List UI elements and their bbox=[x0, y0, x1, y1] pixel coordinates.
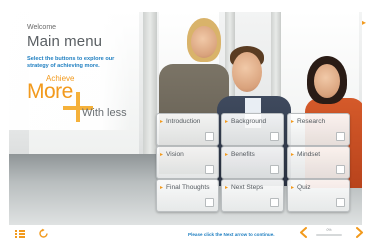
completion-checkbox bbox=[205, 165, 214, 174]
achieve-more-logo: Achieve More With less bbox=[25, 72, 137, 124]
menu-button-label: Introduction bbox=[166, 118, 201, 125]
player-controls-bar bbox=[0, 225, 368, 241]
chevron-right-icon: ▸ bbox=[225, 152, 229, 158]
menu-button-label: Final Thoughts bbox=[166, 184, 210, 191]
menu-button-background[interactable]: ▸ Background bbox=[221, 113, 284, 146]
progress-percent: 0% bbox=[326, 228, 332, 232]
menu-button-introduction[interactable]: ▸ Introduction bbox=[156, 113, 219, 146]
completion-checkbox bbox=[270, 198, 279, 207]
logo-with-less-text: With less bbox=[82, 107, 127, 119]
menu-icon[interactable] bbox=[15, 230, 25, 238]
completion-checkbox bbox=[270, 165, 279, 174]
menu-button-final-thoughts[interactable]: ▸ Final Thoughts bbox=[156, 179, 219, 212]
menu-button-label: Next Steps bbox=[231, 184, 264, 191]
chevron-right-icon: ▸ bbox=[160, 152, 164, 158]
menu-button-label: Background bbox=[231, 118, 267, 125]
menu-button-research[interactable]: ▸ Research bbox=[287, 113, 350, 146]
chevron-right-icon: ▸ bbox=[291, 185, 295, 191]
chevron-right-icon: ▸ bbox=[225, 185, 229, 191]
completion-checkbox bbox=[270, 132, 279, 141]
welcome-label: Welcome bbox=[27, 24, 57, 31]
instructions-text: Select the buttons to explore our strate… bbox=[27, 56, 115, 69]
chevron-right-icon: ▸ bbox=[160, 185, 164, 191]
completion-checkbox bbox=[336, 165, 345, 174]
continue-hint: Please click the Next arrow to continue. bbox=[188, 232, 275, 237]
menu-button-label: Quiz bbox=[297, 184, 311, 191]
chevron-right-icon: ▸ bbox=[225, 119, 229, 125]
chevron-right-icon: ▸ bbox=[160, 119, 164, 125]
menu-button-quiz[interactable]: ▸ Quiz bbox=[287, 179, 350, 212]
next-chevron-icon: ▸ bbox=[361, 18, 366, 27]
next-arrow-icon[interactable] bbox=[355, 227, 364, 238]
refresh-icon[interactable] bbox=[38, 228, 49, 239]
menu-button-mindset[interactable]: ▸ Mindset bbox=[287, 146, 350, 179]
completion-checkbox bbox=[205, 198, 214, 207]
completion-checkbox bbox=[336, 198, 345, 207]
progress-indicator: 0% bbox=[315, 228, 343, 238]
progress-track bbox=[316, 234, 342, 236]
menu-button-label: Vision bbox=[166, 151, 184, 158]
prev-arrow-icon[interactable] bbox=[299, 227, 308, 238]
menu-button-label: Mindset bbox=[297, 151, 321, 158]
menu-button-label: Benefits bbox=[231, 151, 255, 158]
completion-checkbox bbox=[336, 132, 345, 141]
logo-more-text: More bbox=[27, 80, 73, 103]
menu-button-vision[interactable]: ▸ Vision bbox=[156, 146, 219, 179]
page-title: Main menu bbox=[27, 33, 103, 50]
menu-button-label: Research bbox=[297, 118, 326, 125]
chevron-right-icon: ▸ bbox=[291, 119, 295, 125]
menu-button-benefits[interactable]: ▸ Benefits bbox=[221, 146, 284, 179]
course-slide: Welcome Main menu Select the buttons to … bbox=[0, 0, 368, 241]
completion-checkbox bbox=[205, 132, 214, 141]
chevron-right-icon: ▸ bbox=[291, 152, 295, 158]
plus-icon-vertical bbox=[76, 92, 80, 122]
menu-button-next-steps[interactable]: ▸ Next Steps bbox=[221, 179, 284, 212]
